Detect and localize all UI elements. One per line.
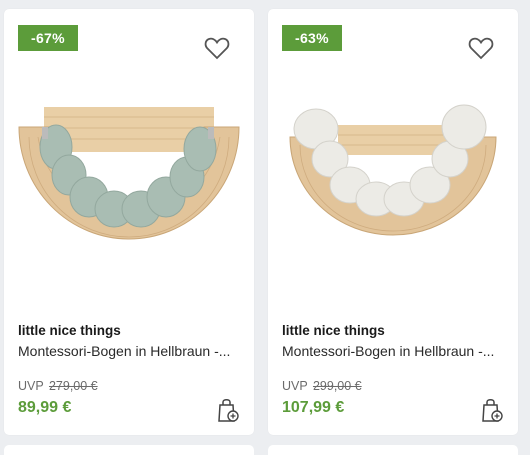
product-title[interactable]: Montessori-Bogen in Hellbraun -... bbox=[282, 343, 508, 359]
cart-add-icon[interactable] bbox=[216, 397, 240, 423]
brand-name: little nice things bbox=[282, 323, 385, 338]
old-price: 279,00 € bbox=[48, 379, 98, 393]
uvp-label: UVP bbox=[18, 379, 44, 393]
current-price: 89,99 € bbox=[18, 399, 72, 416]
product-image[interactable] bbox=[278, 97, 508, 247]
heart-icon[interactable] bbox=[468, 36, 494, 60]
uvp-price: UVP 279,00 € bbox=[18, 379, 98, 393]
discount-badge: -63% bbox=[282, 25, 342, 51]
brand-name: little nice things bbox=[18, 323, 121, 338]
product-card[interactable]: -67% little nice things Montessori-Bogen… bbox=[4, 9, 254, 435]
old-price: 299,00 € bbox=[312, 379, 362, 393]
cart-add-icon[interactable] bbox=[480, 397, 504, 423]
product-title[interactable]: Montessori-Bogen in Hellbraun -... bbox=[18, 343, 244, 359]
next-card-top bbox=[4, 445, 254, 455]
uvp-price: UVP 299,00 € bbox=[282, 379, 362, 393]
product-card[interactable]: -63% little nice things Montessori-Bogen… bbox=[268, 9, 518, 435]
current-price: 107,99 € bbox=[282, 399, 345, 416]
discount-badge: -67% bbox=[18, 25, 78, 51]
product-image[interactable] bbox=[14, 97, 244, 247]
next-card-top bbox=[268, 445, 518, 455]
uvp-label: UVP bbox=[282, 379, 308, 393]
heart-icon[interactable] bbox=[204, 36, 230, 60]
